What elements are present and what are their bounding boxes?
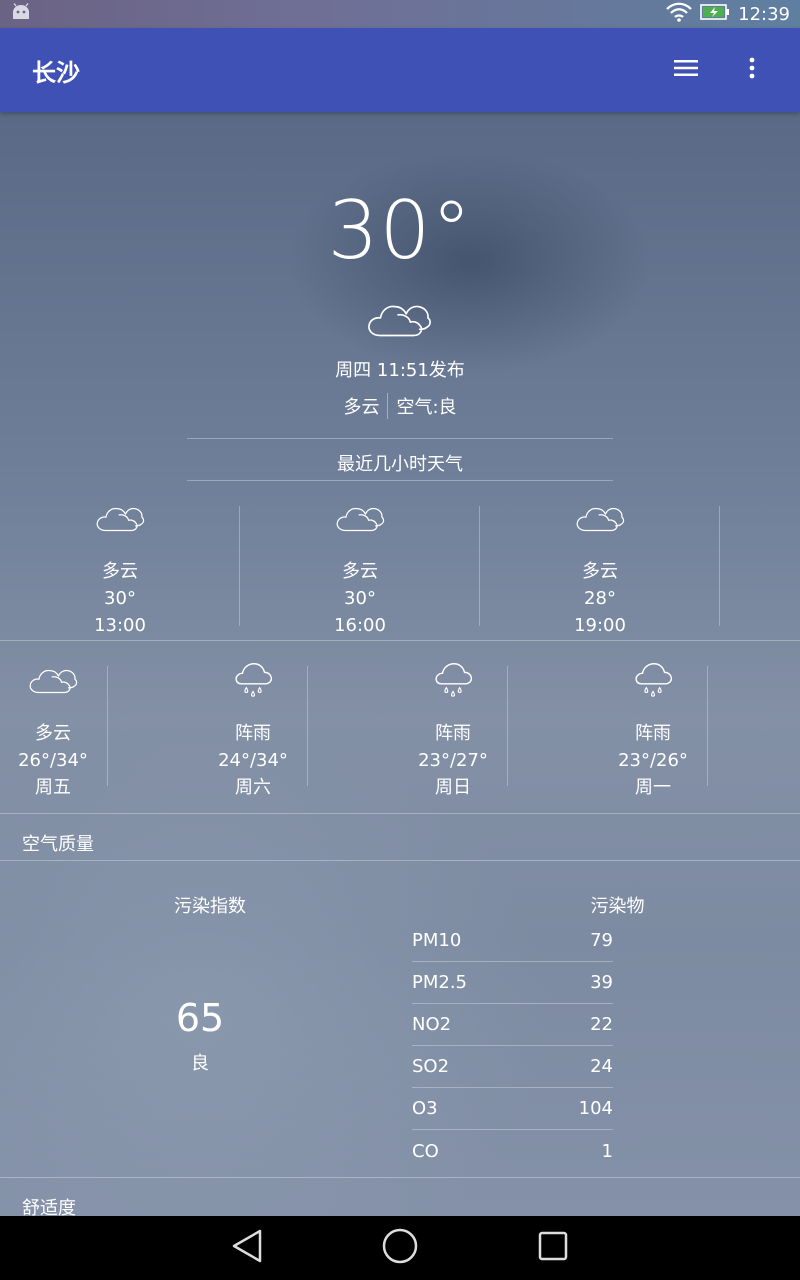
cloudy-icon <box>0 502 240 538</box>
forecast-temp: 23°/27° <box>418 750 488 771</box>
pollutant-row: PM2.5 39 <box>412 962 613 1004</box>
pollutant-row: CO 1 <box>412 1130 613 1172</box>
forecast-item: 阵雨 23°/26° 周一 <box>600 660 706 801</box>
wifi-icon <box>666 2 692 27</box>
back-button[interactable] <box>223 1224 271 1272</box>
forecast-temp: 26°/34° <box>18 750 88 771</box>
city-title: 长沙 <box>32 58 80 87</box>
pollutant-value: 22 <box>590 1014 613 1035</box>
more-options-button[interactable] <box>734 52 770 88</box>
forecast-condition: 阵雨 <box>435 723 471 744</box>
hour-item: 多云 28° 19:00 <box>480 502 720 639</box>
divider <box>0 640 800 641</box>
shower-rain-icon <box>200 660 306 700</box>
forecast-day: 周日 <box>435 777 471 798</box>
shower-rain-icon <box>600 660 706 700</box>
divider <box>0 813 800 814</box>
pollutant-row: PM10 79 <box>412 920 613 962</box>
pollutant-value: 79 <box>590 930 613 951</box>
home-icon <box>381 1227 419 1269</box>
hour-condition: 多云 <box>342 561 378 582</box>
divider <box>707 666 708 786</box>
weather-content[interactable]: 30° 周四 11:51发布 多云 空气:良 最近几小时天气 多云 30° 13… <box>0 112 800 1216</box>
menu-button[interactable] <box>668 52 704 88</box>
current-condition: 多云 <box>343 397 380 418</box>
current-air-quality: 空气:良 <box>396 397 457 418</box>
forecast-condition: 多云 <box>35 723 71 744</box>
navigation-bar <box>0 1216 800 1280</box>
status-bar: 12:39 <box>0 0 800 28</box>
air-quality-title: 空气质量 <box>22 834 94 855</box>
more-vert-icon <box>749 57 755 83</box>
forecast-condition: 阵雨 <box>235 723 271 744</box>
pollutant-row: SO2 24 <box>412 1046 613 1088</box>
hour-temp: 30° <box>104 588 136 609</box>
hour-condition: 多云 <box>582 561 618 582</box>
divider <box>719 506 720 626</box>
cloudy-icon <box>480 502 720 538</box>
publish-time: 周四 11:51发布 <box>335 360 465 381</box>
pollution-index-value: 65 <box>175 996 225 1040</box>
pollutant-name: NO2 <box>412 1014 452 1035</box>
shower-rain-icon <box>400 660 506 700</box>
recent-hours-title: 最近几小时天气 <box>337 454 463 475</box>
current-condition-row: 多云 空气:良 <box>0 393 800 419</box>
hour-temp: 30° <box>344 588 376 609</box>
menu-icon <box>674 59 698 81</box>
divider <box>0 860 800 861</box>
forecast-day: 周六 <box>235 777 271 798</box>
pollutant-row: NO2 22 <box>412 1004 613 1046</box>
pollutant-value: 1 <box>601 1140 613 1162</box>
battery-charging-icon <box>700 3 730 25</box>
pollutant-name: PM10 <box>412 930 462 951</box>
status-time: 12:39 <box>738 3 790 25</box>
hour-temp: 28° <box>584 588 616 609</box>
pollutant-value: 39 <box>590 972 613 993</box>
pollutant-name: SO2 <box>412 1056 450 1077</box>
pollution-index-label: 污染指数 <box>174 896 246 917</box>
forecast-item: 阵雨 23°/27° 周日 <box>400 660 506 801</box>
forecast-item: 多云 26°/34° 周五 <box>0 660 106 801</box>
hour-time: 16:00 <box>334 615 386 636</box>
pollutants-label: 污染物 <box>590 896 645 917</box>
forecast-item: 阵雨 24°/34° 周六 <box>200 660 306 801</box>
app-bar: 长沙 <box>0 28 800 112</box>
current-temperature: 30° <box>327 184 473 277</box>
pollutant-value: 104 <box>578 1098 613 1119</box>
pollutant-name: O3 <box>412 1098 438 1119</box>
cloudy-icon <box>240 502 480 538</box>
cloudy-icon <box>0 660 106 700</box>
divider <box>187 480 613 481</box>
hour-item: 多云 30° 13:00 <box>0 502 240 639</box>
divider <box>107 666 108 786</box>
pollutant-value: 24 <box>590 1056 613 1077</box>
divider <box>507 666 508 786</box>
hour-time: 19:00 <box>574 615 626 636</box>
divider <box>307 666 308 786</box>
cloudy-icon <box>366 298 432 344</box>
divider <box>387 393 389 419</box>
hour-time: 13:00 <box>94 615 146 636</box>
home-button[interactable] <box>376 1224 424 1272</box>
hour-item: 多云 30° 16:00 <box>240 502 480 639</box>
hour-condition: 多云 <box>102 561 138 582</box>
back-icon <box>230 1228 264 1268</box>
pollutant-row: O3 104 <box>412 1088 613 1130</box>
pollutant-name: CO <box>412 1140 439 1162</box>
pollutant-name: PM2.5 <box>412 972 468 993</box>
pollution-index-level: 良 <box>191 1053 209 1074</box>
divider <box>0 1177 800 1178</box>
forecast-day: 周一 <box>635 777 671 798</box>
forecast-temp: 23°/26° <box>618 750 688 771</box>
recents-button[interactable] <box>529 1224 577 1272</box>
recents-icon <box>537 1230 569 1266</box>
android-debug-icon <box>10 3 32 25</box>
divider <box>187 438 613 439</box>
forecast-temp: 24°/34° <box>218 750 288 771</box>
comfort-title: 舒适度 <box>22 1198 76 1216</box>
forecast-condition: 阵雨 <box>635 723 671 744</box>
forecast-day: 周五 <box>35 777 71 798</box>
